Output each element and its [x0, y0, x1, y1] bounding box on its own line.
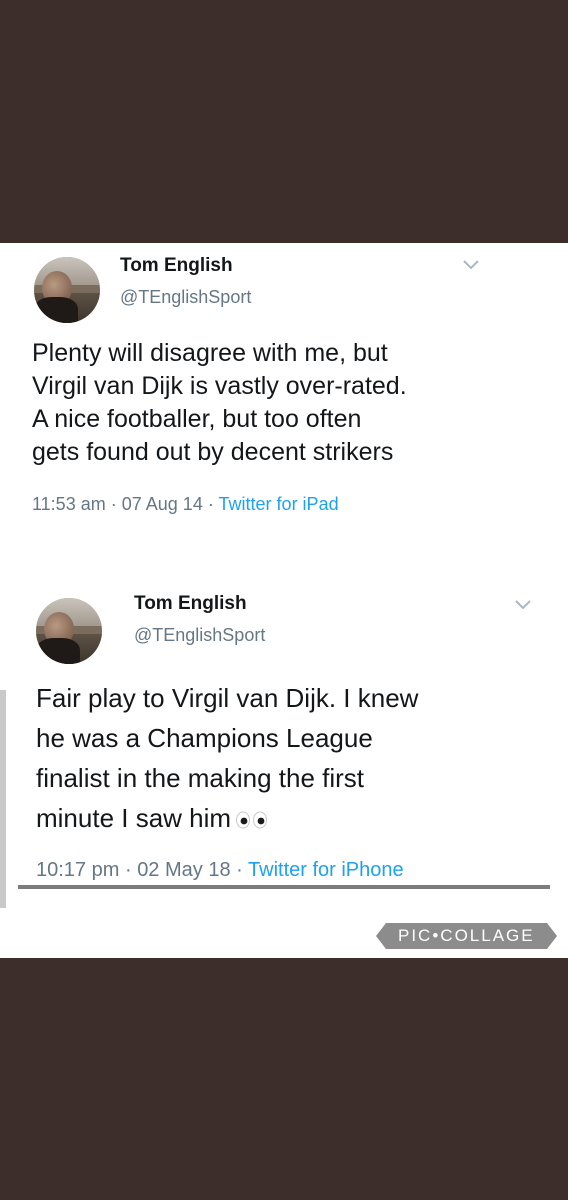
tweet-time: 10:17 pm: [36, 859, 120, 881]
tweet-text-line: A nice footballer, but too often: [32, 405, 362, 433]
tweet-text-line: he was a Champions League: [36, 723, 373, 753]
avatar[interactable]: [34, 257, 100, 323]
tweet-meta: 11:53 am · 07 Aug 14 · Twitter for iPad: [32, 494, 339, 515]
eyes-emoji-icon: [236, 811, 268, 829]
tweet-text-line: Fair play to Virgil van Dijk. I knew: [36, 683, 419, 713]
collage-card: Tom English @TEnglishSport Plenty will d…: [0, 243, 568, 958]
tweet-text: Plenty will disagree with me, but Virgil…: [32, 337, 407, 469]
divider: [18, 885, 550, 889]
meta-separator: ·: [207, 494, 214, 514]
tweet-date[interactable]: 02 May 18: [137, 859, 230, 881]
meta-separator: ·: [236, 859, 243, 881]
tweet-source-link[interactable]: Twitter for iPad: [219, 494, 339, 514]
author-handle[interactable]: @TEnglishSport: [120, 287, 251, 308]
tweet-meta: 10:17 pm · 02 May 18 · Twitter for iPhon…: [36, 859, 404, 882]
tweet-text-line: finalist in the making the first: [36, 763, 365, 793]
tweet-text: Fair play to Virgil van Dijk. I knew he …: [36, 678, 418, 838]
tweet-text-line: minute I saw him: [36, 803, 232, 833]
chevron-down-icon[interactable]: [462, 259, 480, 271]
chevron-down-icon[interactable]: [514, 599, 532, 611]
tweet-text-line: Plenty will disagree with me, but: [32, 339, 388, 367]
avatar[interactable]: [36, 598, 102, 664]
pic-collage-watermark: PIC•COLLAGE: [376, 923, 557, 949]
tweet-date[interactable]: 07 Aug 14: [122, 494, 203, 514]
tweet-source-link[interactable]: Twitter for iPhone: [248, 859, 404, 881]
tweet-text-line: Virgil van Dijk is vastly over-rated.: [32, 372, 407, 400]
tweet-text-line-with-emoji: minute I saw him: [36, 798, 418, 838]
author-name[interactable]: Tom English: [134, 593, 247, 615]
scroll-indicator: [0, 690, 6, 908]
meta-separator: ·: [124, 859, 132, 881]
author-name[interactable]: Tom English: [120, 255, 233, 277]
tweet-text-line: gets found out by decent strikers: [32, 438, 394, 466]
tweet-time: 11:53 am: [32, 494, 106, 514]
meta-separator: ·: [110, 494, 117, 514]
author-handle[interactable]: @TEnglishSport: [134, 625, 265, 646]
